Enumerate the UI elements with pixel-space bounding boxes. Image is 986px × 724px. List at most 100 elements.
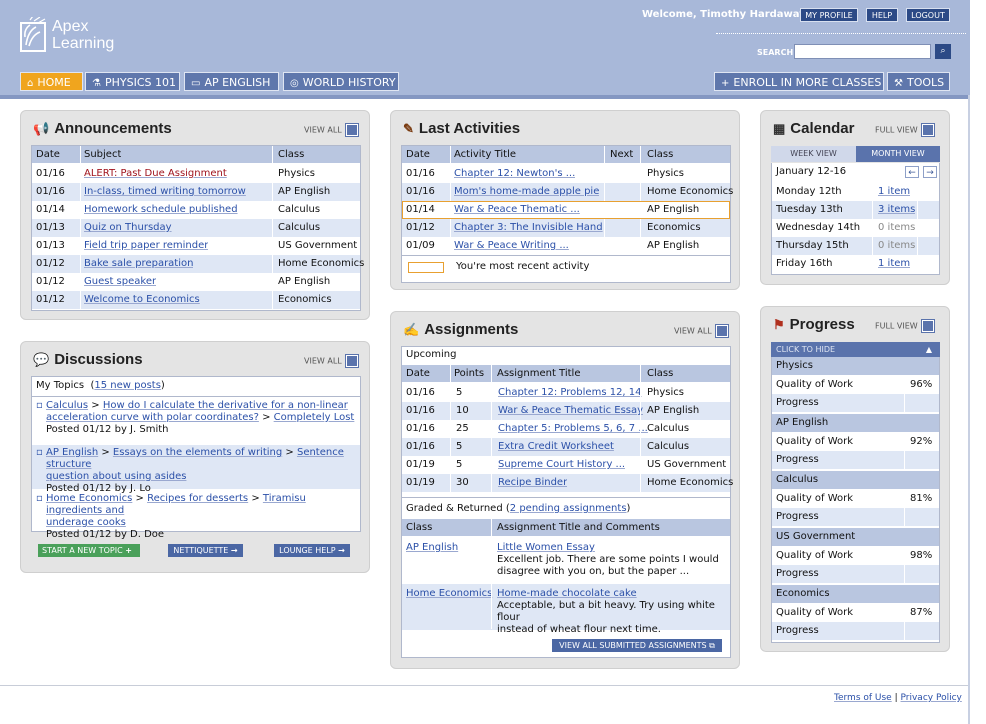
logo-line1: Apex [52,18,89,35]
tab-world-history[interactable]: ◎ WORLD HISTORY [283,72,399,91]
tab-home[interactable]: ⌂ HOME [20,72,83,91]
activity-link[interactable]: Chapter 3: The Invisible Hand [454,219,603,237]
my-topics-label: My Topics [36,380,85,391]
activity-link[interactable]: Mom's home-made apple pie [454,183,599,201]
discussions-view-all[interactable]: VIEW ALL [304,354,359,368]
logo-line2: Learning [52,35,115,52]
view-submitted-button[interactable]: VIEW ALL SUBMITTED ASSIGNMENTS ⧉ [552,639,722,652]
announcement-link[interactable]: Quiz on Thursday [84,219,172,237]
calendar-day: Thursday 15th [776,240,849,251]
month-view-tab[interactable]: MONTH VIEW [856,146,940,162]
tab-physics-101[interactable]: ⚗ PHYSICS 101 [85,72,180,91]
assignment-link[interactable]: Chapter 5: Problems 5, 6, 7 ... [498,420,648,438]
activity-link[interactable]: War & Peace Thematic ... [454,201,580,219]
row-class: Calculus [278,222,321,233]
tab-ap-english[interactable]: ▭ AP ENGLISH [184,72,279,91]
tools-button[interactable]: ⚒ TOOLS [887,72,950,91]
next-week-icon[interactable]: → [923,166,937,178]
calendar-items-link[interactable]: 3 items [878,201,915,219]
calendar-day-row: Monday 12th1 item→ [772,183,939,201]
graded-title-link[interactable]: Home-made chocolate cake [497,588,730,600]
announcement-link[interactable]: Homework schedule published [84,201,238,219]
new-topic-button[interactable]: START A NEW TOPIC + [38,544,140,557]
col-divider [917,201,918,219]
discussion-reply-link[interactable]: underage cooks [46,517,126,528]
progress-row: Progress [772,622,939,640]
col-points: Points [454,368,485,379]
my-profile-button[interactable]: MY PROFILE [800,8,858,22]
prev-week-icon[interactable]: ← [905,166,919,178]
assignment-link[interactable]: War & Peace Thematic Essay [498,402,643,420]
click-to-hide-bar[interactable]: CLICK TO HIDE ▲ [771,342,940,357]
footer [0,685,968,686]
announcement-link[interactable]: In-class, timed writing tomorrow [84,183,246,201]
discussion-class-link[interactable]: Home Economics [46,493,132,504]
help-button[interactable]: HELP [866,8,898,22]
announcement-link[interactable]: Guest speaker [84,273,156,291]
col-date: Date [36,149,60,160]
footer-links: Terms of Use | Privacy Policy [834,693,962,703]
discussion-reply-link[interactable]: question about using asides [46,471,186,482]
announcement-link[interactable]: Welcome to Economics [84,291,200,309]
graded-title-link[interactable]: Little Women Essay [497,542,719,554]
announcement-link[interactable]: ALERT: Past Due Assignment [84,165,227,183]
calendar-items-link[interactable]: 1 item [878,183,910,201]
calendar-items-link[interactable]: 1 item [878,255,910,273]
calendar-day-row: Thursday 15th0 items→ [772,237,939,255]
list-item: ▫ Home Economics > Recipes for desserts … [32,491,360,540]
row-date: 01/16 [406,441,435,452]
col-divider [904,565,905,583]
progress-row: Progress [772,565,939,583]
graded-class-link[interactable]: Home Economics [406,588,492,600]
table-row: 01/12 Guest speaker AP English [32,273,360,291]
calendar-full-view[interactable]: FULL VIEW [875,123,935,137]
week-view-tab[interactable]: WEEK VIEW [771,146,856,162]
activity-link[interactable]: War & Peace Writing ... [454,237,569,255]
apex-logo[interactable]: Apex Learning [20,15,130,57]
divider [402,255,730,256]
discussion-topic-link[interactable]: How do I calculate the derivative for a … [103,400,348,411]
quality-label: Quality of Work [776,493,854,504]
search-input[interactable] [794,44,931,59]
progress-full-view[interactable]: FULL VIEW [875,319,935,333]
col-comments: Assignment Title and Comments [497,522,660,533]
row-class: Home Economics [278,258,365,269]
header-divider [716,33,966,34]
assignment-link[interactable]: Supreme Court History ... [498,456,625,474]
announcements-view-all[interactable]: VIEW ALL [304,123,359,137]
discussion-topic-link[interactable]: Recipes for desserts [147,493,248,504]
discussion-class-link[interactable]: AP English [46,447,98,458]
activity-link[interactable]: Chapter 12: Newton's ... [454,165,575,183]
assignments-view-all[interactable]: VIEW ALL [674,324,729,338]
discussion-topic-link[interactable]: acceleration curve with polar coordinate… [46,412,259,423]
table-row: 01/13 Quiz on Thursday Calculus [32,219,360,237]
table-header: Date Activity Title Next Class [402,146,730,164]
progress-label: Progress [776,511,819,522]
announcement-link[interactable]: Bake sale preparation [84,255,193,273]
lounge-help-button[interactable]: LOUNGE HELP → [274,544,350,557]
logout-button[interactable]: LOGOUT [906,8,950,22]
table-header: Date Subject Class [32,146,360,164]
terms-link[interactable]: Terms of Use [834,693,892,703]
netiquette-button[interactable]: NETTIQUETTE → [168,544,243,557]
megaphone-icon: 📢 [33,121,50,136]
col-divider [450,146,451,246]
privacy-link[interactable]: Privacy Policy [901,693,962,703]
new-posts-link[interactable]: 15 new posts [94,380,161,391]
assignment-link[interactable]: Chapter 12: Problems 12, 14 [498,384,642,402]
assignment-link[interactable]: Extra Credit Worksheet [498,438,614,456]
pending-link[interactable]: 2 pending assignments [510,503,627,514]
announcement-link[interactable]: Field trip paper reminder [84,237,208,255]
enroll-button[interactable]: + ENROLL IN MORE CLASSES [714,72,884,91]
graded-class-link[interactable]: AP English [406,542,458,554]
row-date: 01/16 [406,405,435,416]
discussion-reply-link[interactable]: Completely Lost [274,412,355,423]
search-icon[interactable]: ⌕ [935,44,951,59]
calendar-list: January 12-16 ← → Monday 12th1 item→Tues… [771,163,940,275]
progress-title: ⚑ Progress [773,316,855,333]
col-divider [872,219,873,237]
assignment-link[interactable]: Recipe Binder [498,474,567,492]
discussion-class-link[interactable]: Calculus [46,400,88,411]
discussion-topic-link[interactable]: Essays on the elements of writing [113,447,282,458]
row-class: Home Economics [647,477,734,488]
